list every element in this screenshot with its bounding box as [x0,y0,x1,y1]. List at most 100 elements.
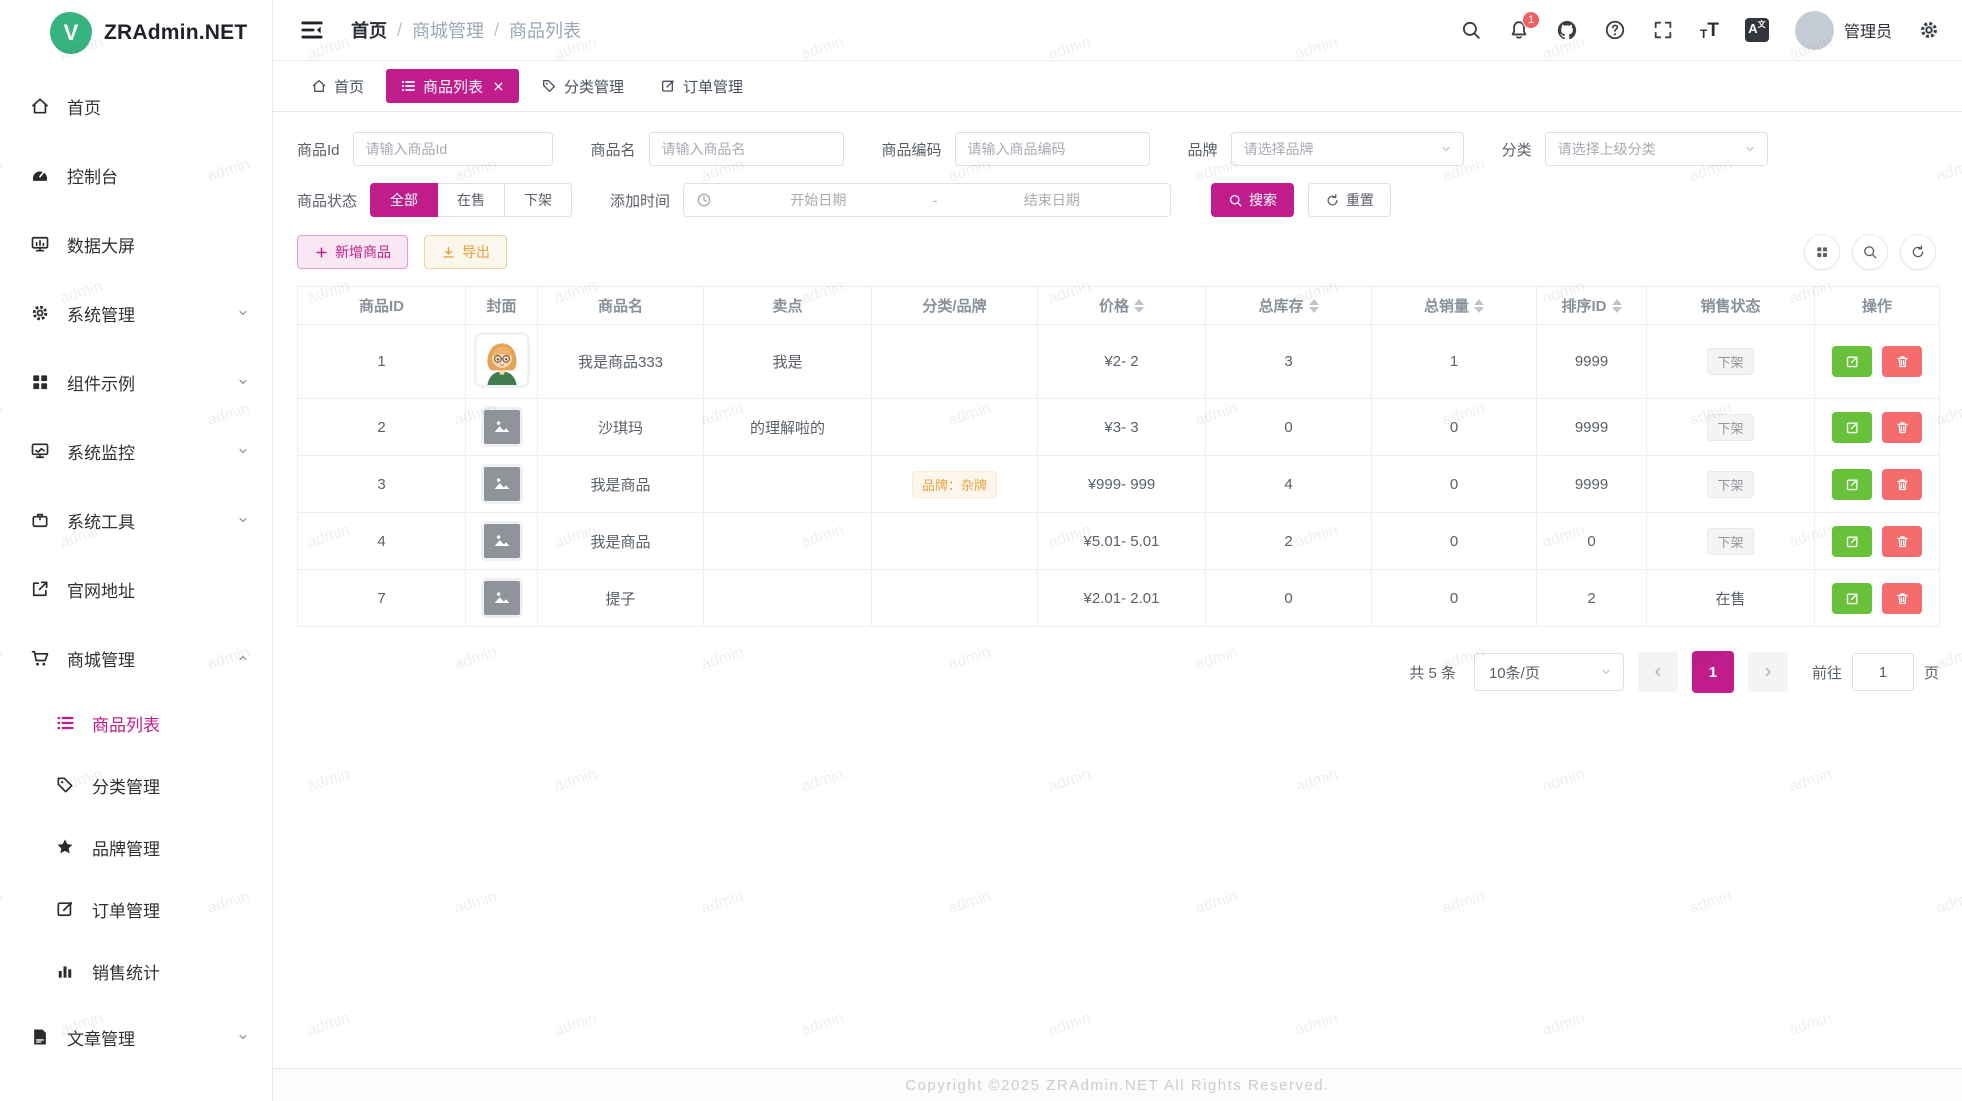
table-row: 3我是商品品牌：杂牌¥999- 999409999下架 [298,456,1940,513]
sort-carets-icon[interactable] [1309,299,1319,313]
help-icon[interactable] [1604,19,1626,41]
settings-gear-icon[interactable] [1918,19,1940,41]
brand-select[interactable]: 请选择品牌 [1231,132,1464,166]
image-placeholder-icon[interactable] [481,521,523,561]
page-number-1[interactable]: 1 [1692,651,1734,693]
refresh-table-button[interactable] [1900,234,1936,270]
logo[interactable]: V ZRAdmin.NET [0,0,272,66]
reset-button[interactable]: 重置 [1308,183,1391,217]
edit-button[interactable] [1832,412,1872,443]
sidebar-item-组件示例[interactable]: 组件示例 [0,354,272,410]
sidebar-item-文章管理[interactable]: 文章管理 [0,1009,272,1065]
prev-page-button[interactable] [1638,652,1678,692]
sidebar-item-控制台[interactable]: 控制台 [0,147,272,203]
edit-button[interactable] [1832,526,1872,557]
tab-订单管理[interactable]: 订单管理 [646,69,757,103]
user-menu[interactable]: 管理员 [1795,11,1892,50]
category-select[interactable]: 请选择上级分类 [1545,132,1768,166]
brand-tag: 品牌：杂牌 [912,471,997,498]
collapse-sidebar-icon[interactable] [299,17,325,43]
cell-product-name: 提子 [538,570,704,627]
sidebar-item-品牌管理[interactable]: 品牌管理 [0,823,272,871]
chevron-down-icon [236,1030,250,1044]
product-id-label: 商品Id [297,139,340,160]
tab-分类管理[interactable]: 分类管理 [527,69,638,103]
fullscreen-icon[interactable] [1652,19,1674,41]
main-column: 首页/商城管理/商品列表 1 TT A文 管理员 首页商品列表分 [273,0,1962,1101]
status-option-在售[interactable]: 在售 [438,183,505,217]
close-tab-icon[interactable] [492,80,505,93]
sidebar-item-订单管理[interactable]: 订单管理 [0,885,272,933]
cell-product-name: 我是商品333 [538,325,704,399]
sidebar-item-数据大屏[interactable]: 数据大屏 [0,216,272,272]
sidebar-item-系统监控[interactable]: 系统监控 [0,423,272,479]
delete-button[interactable] [1882,346,1922,377]
page-size-select[interactable]: 10条/页 [1474,653,1624,691]
search-button[interactable]: 搜索 [1211,183,1294,217]
image-placeholder-icon[interactable] [481,464,523,504]
delete-button[interactable] [1882,526,1922,557]
delete-button[interactable] [1882,412,1922,443]
product-name-input[interactable] [649,132,844,166]
language-icon[interactable]: A文 [1745,18,1769,42]
edit-button[interactable] [1832,346,1872,377]
sidebar-item-商品列表[interactable]: 商品列表 [0,699,272,747]
tab-首页[interactable]: 首页 [297,69,378,103]
cell-sort-id: 9999 [1537,399,1647,456]
sidebar-item-label: 销售统计 [92,959,250,984]
status-option-下架[interactable]: 下架 [505,183,572,217]
cell-cover [466,456,538,513]
goto-page-input[interactable] [1852,653,1914,691]
sidebar-item-商城管理[interactable]: 商城管理 [0,630,272,686]
edit-button[interactable] [1832,469,1872,500]
cell-stock: 3 [1206,325,1372,399]
sort-carets-icon[interactable] [1612,299,1622,313]
export-button[interactable]: 导出 [424,235,507,269]
sidebar-item-系统管理[interactable]: 系统管理 [0,285,272,341]
product-id-input[interactable] [353,132,553,166]
tab-bar: 首页商品列表分类管理 订单管理 [273,61,1962,112]
status-option-全部[interactable]: 全部 [370,183,438,217]
column-header-总库存[interactable]: 总库存 [1206,287,1372,325]
cell-brand [872,570,1038,627]
image-placeholder-icon[interactable] [481,578,523,618]
column-header-价格[interactable]: 价格 [1038,287,1206,325]
sort-carets-icon[interactable] [1474,299,1484,313]
filter-row-2: 商品状态 全部在售下架 添加时间 开始日期 - 结束日期 搜索 重置 [297,183,1936,217]
column-header-排序ID[interactable]: 排序ID [1537,287,1647,325]
delete-button[interactable] [1882,469,1922,500]
delete-button[interactable] [1882,583,1922,614]
next-page-button[interactable] [1748,652,1788,692]
font-size-icon[interactable]: TT [1700,21,1719,40]
sidebar-item-label: 订单管理 [92,897,250,922]
sidebar-item-分类管理[interactable]: 分类管理 [0,761,272,809]
tab-label: 订单管理 [683,76,743,97]
sidebar-item-销售统计[interactable]: 销售统计 [0,947,272,995]
image-placeholder-icon[interactable] [481,407,523,447]
show-search-button[interactable] [1852,234,1888,270]
date-range-picker[interactable]: 开始日期 - 结束日期 [683,183,1171,217]
cell-brand [872,513,1038,570]
product-cover-image[interactable] [474,332,530,388]
product-code-label: 商品编码 [882,139,942,160]
page-unit-label: 页 [1924,662,1939,683]
add-product-button[interactable]: 新增商品 [297,235,408,269]
edit-button[interactable] [1832,583,1872,614]
goto-label: 前往 [1812,662,1842,683]
cell-selling-point: 的理解啦的 [704,399,872,456]
column-header-总销量[interactable]: 总销量 [1372,287,1537,325]
notification-bell-icon[interactable]: 1 [1508,19,1530,41]
github-icon[interactable] [1556,19,1578,41]
columns-toggle-button[interactable] [1804,234,1840,270]
sort-carets-icon[interactable] [1134,299,1144,313]
breadcrumb-item[interactable]: 首页 [351,17,387,43]
header-search-icon[interactable] [1460,19,1482,41]
tab-商品列表[interactable]: 商品列表 [386,69,519,103]
sidebar-item-系统工具[interactable]: 系统工具 [0,492,272,548]
sidebar-item-官网地址[interactable]: 官网地址 [0,561,272,617]
column-header-操作: 操作 [1815,287,1940,325]
cell-selling-point: 我是 [704,325,872,399]
sidebar-item-首页[interactable]: 首页 [0,78,272,134]
product-code-input[interactable] [955,132,1150,166]
column-header-分类/品牌: 分类/品牌 [872,287,1038,325]
